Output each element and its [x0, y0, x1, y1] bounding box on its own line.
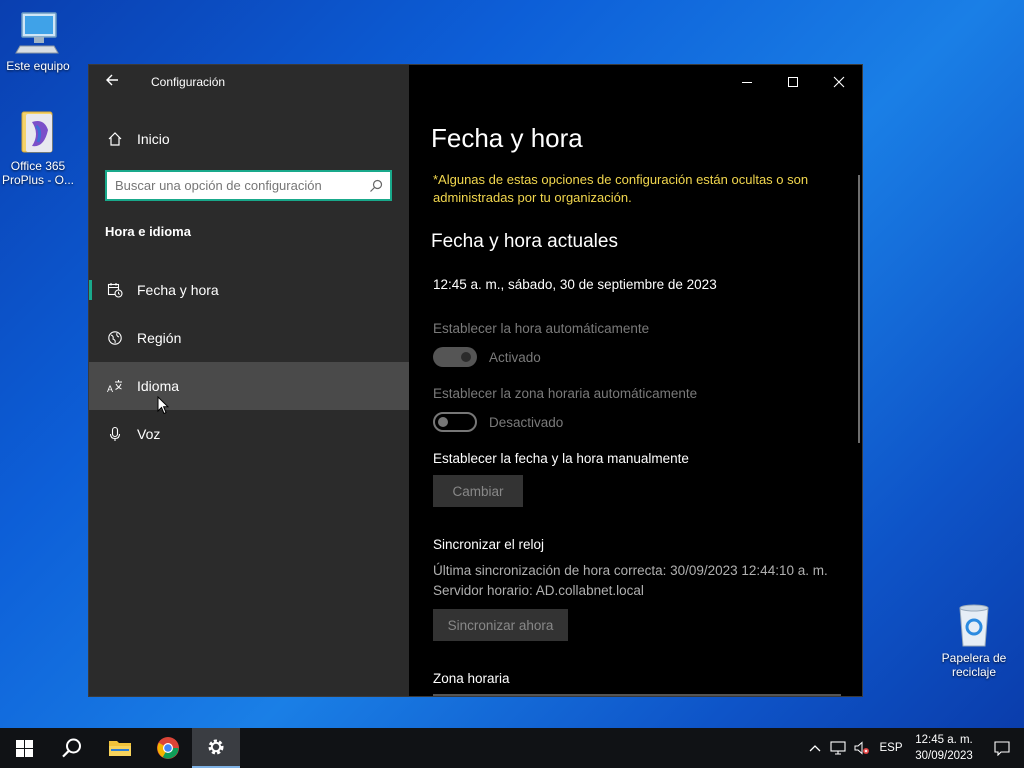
auto-timezone-toggle[interactable] — [433, 412, 477, 432]
auto-time-toggle[interactable] — [433, 347, 477, 367]
search-icon[interactable] — [362, 172, 390, 200]
title-bar[interactable]: Configuración — [89, 65, 409, 99]
current-datetime-heading: Fecha y hora actuales — [431, 231, 618, 252]
windows-logo-icon — [15, 739, 33, 757]
app-title: Configuración — [151, 75, 226, 89]
sidebar: Configuración Inicio Hora e idioma Fecha… — [89, 65, 409, 696]
language-icon: A — [106, 377, 124, 395]
taskbar: ESP 12:45 a. m. 30/09/2023 — [0, 728, 1024, 768]
sidebar-item-label: Voz — [137, 426, 161, 442]
timezone-heading: Zona horaria — [433, 671, 510, 686]
change-button[interactable]: Cambiar — [433, 475, 523, 507]
close-icon[interactable] — [816, 65, 862, 99]
current-datetime-value: 12:45 a. m., sábado, 30 de septiembre de… — [433, 277, 717, 292]
policy-notice: *Algunas de estas opciones de configurac… — [433, 172, 809, 205]
clock[interactable]: 12:45 a. m. 30/09/2023 — [908, 728, 980, 768]
toggle-knob — [438, 417, 448, 427]
system-tray: ESP 12:45 a. m. 30/09/2023 — [804, 728, 1024, 768]
timezone-dropdown[interactable] — [433, 694, 841, 696]
sidebar-item-label: Idioma — [137, 378, 180, 394]
clock-time: 12:45 a. m. — [915, 734, 973, 746]
auto-time-label: Establecer la hora automáticamente — [433, 321, 650, 336]
globe-icon — [106, 329, 124, 347]
nav-home-label: Inicio — [137, 131, 170, 147]
toggle-knob — [461, 352, 471, 362]
start-button[interactable] — [0, 728, 48, 768]
page-title: Fecha y hora — [431, 123, 583, 153]
section-title: Hora e idioma — [105, 224, 191, 239]
desktop-icon-este-equipo[interactable]: Este equipo — [0, 10, 76, 73]
notifications-icon[interactable] — [980, 728, 1024, 768]
manual-datetime-label: Establecer la fecha y la hora manualment… — [433, 451, 689, 466]
computer-icon — [14, 10, 62, 56]
input-language[interactable]: ESP — [874, 728, 908, 768]
svg-text:A: A — [107, 384, 113, 394]
last-sync-text: Última sincronización de hora correcta: … — [433, 563, 828, 578]
chrome-button[interactable] — [144, 728, 192, 768]
search-input[interactable] — [107, 178, 362, 193]
network-icon[interactable] — [826, 728, 850, 768]
desktop-icon-office[interactable]: Office 365 ProPlus - O... — [0, 110, 76, 187]
search-icon — [62, 738, 81, 758]
desktop-icon-recycle-bin[interactable]: Papelera de reciclaje — [936, 602, 1012, 679]
auto-timezone-state: Desactivado — [489, 415, 564, 430]
desktop-icon-label: Office 365 ProPlus - O... — [1, 159, 75, 187]
file-explorer-button[interactable] — [96, 728, 144, 768]
sync-clock-heading: Sincronizar el reloj — [433, 537, 545, 552]
sidebar-item-label: Fecha y hora — [137, 282, 219, 298]
sidebar-item-voz[interactable]: Voz — [89, 410, 409, 458]
sync-now-button[interactable]: Sincronizar ahora — [433, 609, 568, 641]
recycle-bin-icon — [950, 602, 998, 648]
sidebar-item-label: Región — [137, 330, 182, 346]
window-controls — [724, 65, 862, 99]
gear-icon — [208, 739, 224, 755]
sidebar-item-region[interactable]: Región — [89, 314, 409, 362]
home-icon — [107, 131, 123, 147]
calendar-clock-icon — [106, 281, 124, 299]
volume-muted-icon[interactable] — [850, 728, 874, 768]
clock-date: 30/09/2023 — [915, 750, 973, 762]
auto-time-state: Activado — [489, 350, 541, 365]
settings-window: Configuración Inicio Hora e idioma Fecha… — [88, 64, 863, 697]
chevron-up-icon[interactable] — [804, 728, 826, 768]
office-folder-icon — [14, 110, 62, 156]
time-server-text: Servidor horario: AD.collabnet.local — [433, 583, 644, 598]
auto-timezone-label: Establecer la zona horaria automáticamen… — [433, 386, 698, 401]
minimize-icon[interactable] — [724, 65, 770, 99]
nav-home[interactable]: Inicio — [89, 121, 409, 157]
back-arrow-icon[interactable] — [103, 73, 121, 91]
folder-icon — [109, 741, 131, 756]
scrollbar[interactable] — [858, 175, 860, 443]
maximize-icon[interactable] — [770, 65, 816, 99]
sidebar-item-fecha-y-hora[interactable]: Fecha y hora — [89, 266, 409, 314]
sidebar-item-idioma[interactable]: A Idioma — [89, 362, 409, 410]
active-indicator — [89, 280, 92, 300]
chrome-icon — [157, 737, 179, 759]
microphone-icon — [106, 425, 124, 443]
mouse-cursor-icon — [157, 395, 170, 415]
desktop-icon-label: Este equipo — [6, 59, 70, 73]
settings-taskbar-button[interactable] — [192, 728, 240, 768]
nav-list: Fecha y hora Región A Idioma Voz — [89, 266, 409, 458]
search-button[interactable] — [48, 728, 96, 768]
search-box[interactable] — [105, 170, 392, 201]
desktop-icon-label: Papelera de reciclaje — [941, 651, 1007, 679]
main-content: Fecha y hora *Algunas de estas opciones … — [409, 65, 862, 696]
